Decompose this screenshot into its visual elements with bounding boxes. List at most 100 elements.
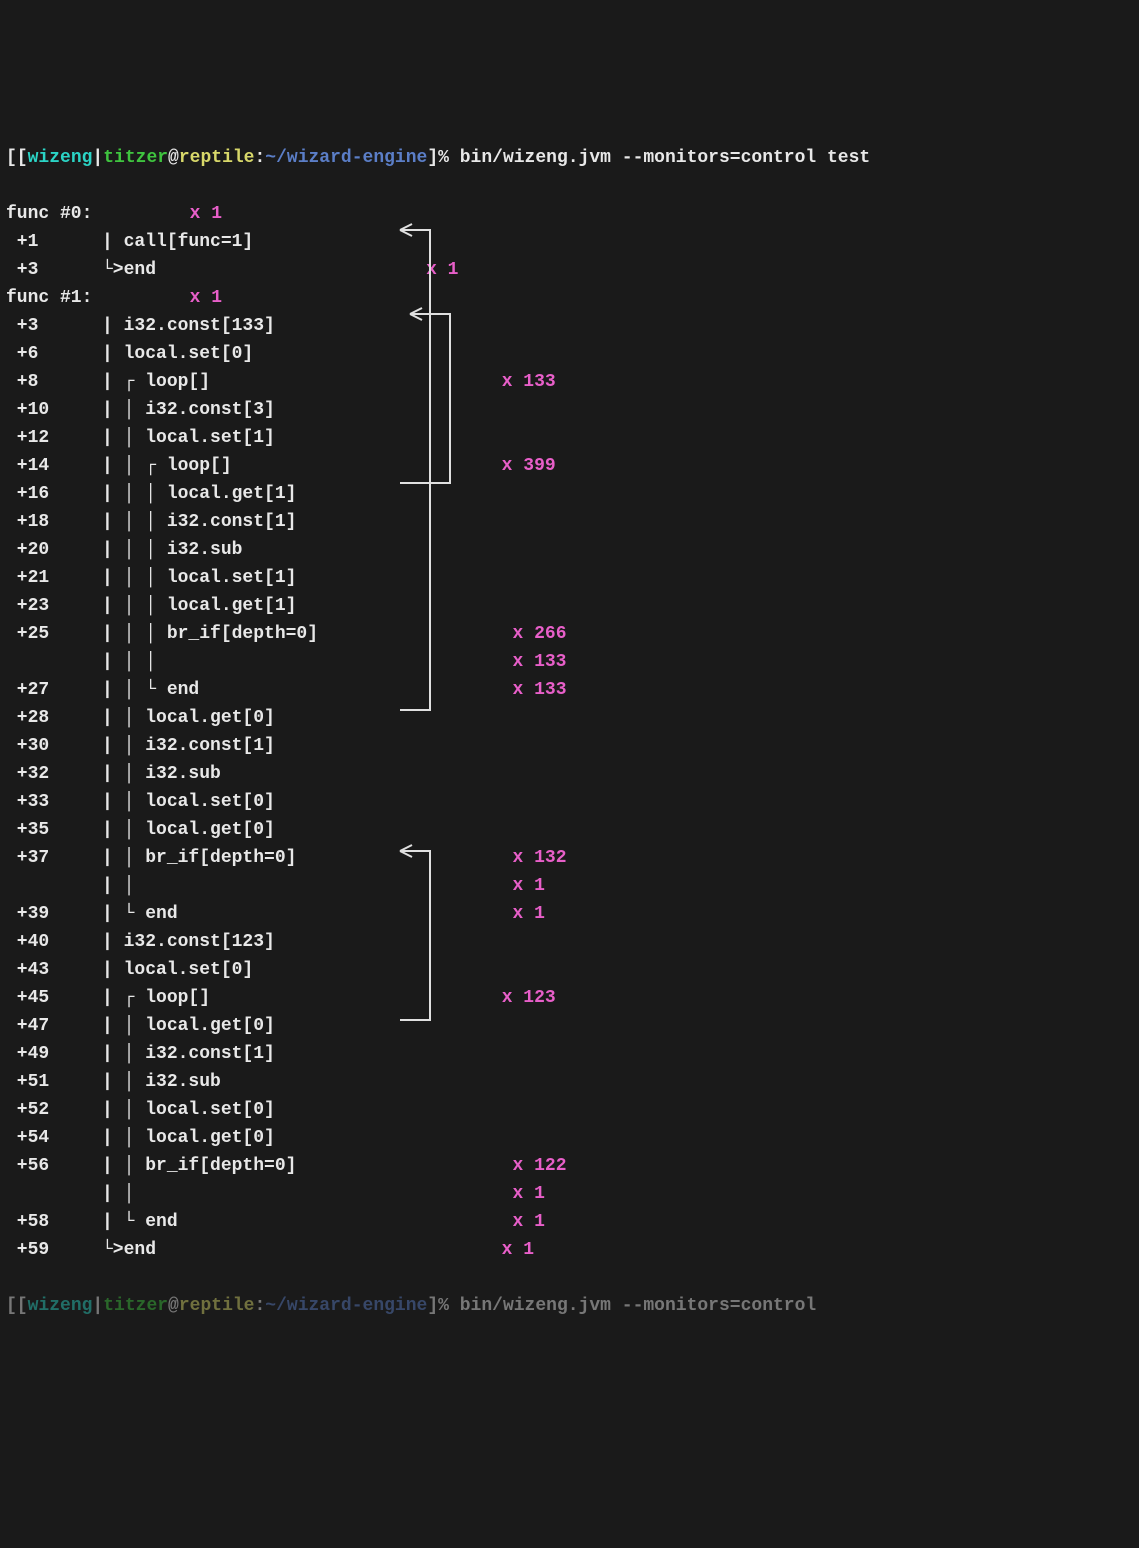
tree-guide: | │ (102, 732, 145, 760)
trace-line: +52 | │ local.set[0] (6, 1096, 1133, 1124)
tree-guide: | │ (102, 1012, 145, 1040)
prompt-line-2: [[wizeng|titzer@reptile:~/wizard-engine]… (6, 1292, 1133, 1320)
byte-offset: +27 (6, 676, 102, 704)
instruction: loop[] (167, 456, 232, 476)
instruction: end (124, 1240, 156, 1260)
tree-guide: | └ (102, 900, 145, 928)
byte-offset: +8 (6, 368, 102, 396)
exec-count: x 133 (502, 372, 556, 392)
trace-line: +37 | │ br_if[depth=0] x 132 (6, 844, 1133, 872)
tree-guide: | │ (102, 1096, 145, 1124)
instruction: br_if[depth=0] (167, 624, 318, 644)
instruction: local.set[0] (145, 1100, 275, 1120)
instruction: i32.sub (145, 1072, 221, 1092)
byte-offset: +56 (6, 1152, 102, 1180)
byte-offset: +52 (6, 1096, 102, 1124)
exec-count: x 133 (512, 680, 566, 700)
tree-guide: | │ └ (102, 676, 167, 704)
instruction: local.get[1] (167, 596, 297, 616)
byte-offset: +51 (6, 1068, 102, 1096)
byte-offset (6, 1180, 102, 1208)
trace-line: +32 | │ i32.sub (6, 760, 1133, 788)
byte-offset: +6 (6, 340, 102, 368)
trace-line: +14 | │ ┌ loop[] x 399 (6, 452, 1133, 480)
instruction: loop[] (145, 372, 210, 392)
trace-line: +1 | call[func=1] (6, 228, 1133, 256)
trace-line: +3 | i32.const[133] (6, 312, 1133, 340)
trace-line: +47 | │ local.get[0] (6, 1012, 1133, 1040)
exec-count: x 1 (512, 1212, 544, 1232)
tree-guide: | │ │ (102, 620, 167, 648)
byte-offset: +18 (6, 508, 102, 536)
trace-line: +43 | local.set[0] (6, 956, 1133, 984)
tree-guide: | ┌ (102, 984, 145, 1012)
byte-offset: +3 (6, 312, 102, 340)
exec-count: x 1 (426, 260, 458, 280)
tree-guide: | │ │ (102, 508, 167, 536)
tree-guide: | │ │ (102, 592, 167, 620)
tree-guide: | │ (102, 1040, 145, 1068)
trace-line: +51 | │ i32.sub (6, 1068, 1133, 1096)
trace-line: +58 | └ end x 1 (6, 1208, 1133, 1236)
instruction: i32.const[133] (124, 316, 275, 336)
trace-line: func #0: x 1 (6, 200, 1133, 228)
byte-offset: +43 (6, 956, 102, 984)
instruction: local.set[0] (124, 960, 254, 980)
instruction: br_if[depth=0] (145, 848, 296, 868)
instruction: end (145, 1212, 177, 1232)
tree-guide: | │ │ (102, 536, 167, 564)
instruction: local.get[1] (167, 484, 297, 504)
exec-count: x 1 (512, 904, 544, 924)
trace-line: +45 | ┌ loop[] x 123 (6, 984, 1133, 1012)
trace-line: +20 | │ │ i32.sub (6, 536, 1133, 564)
byte-offset (6, 872, 102, 900)
byte-offset: +40 (6, 928, 102, 956)
exec-count: x 1 (190, 288, 222, 308)
instruction: local.get[0] (145, 708, 275, 728)
terminal-output[interactable]: [[wizeng|titzer@reptile:~/wizard-engine]… (0, 112, 1139, 1352)
trace-line: +23 | │ │ local.get[1] (6, 592, 1133, 620)
trace-line: +54 | │ local.get[0] (6, 1124, 1133, 1152)
byte-offset: +37 (6, 844, 102, 872)
func-header: func #0: (6, 204, 92, 224)
trace-line: +40 | i32.const[123] (6, 928, 1133, 956)
instruction: end (145, 904, 177, 924)
instruction: i32.const[3] (145, 400, 275, 420)
byte-offset: +47 (6, 1012, 102, 1040)
trace-line: func #1: x 1 (6, 284, 1133, 312)
tree-guide: | │ (102, 844, 145, 872)
trace-line: +56 | │ br_if[depth=0] x 122 (6, 1152, 1133, 1180)
prompt-line: [[wizeng|titzer@reptile:~/wizard-engine]… (6, 144, 1133, 172)
exec-count: x 1 (502, 1240, 534, 1260)
tree-guide: └> (102, 256, 124, 284)
trace-line: +27 | │ └ end x 133 (6, 676, 1133, 704)
trace-line: | │ x 1 (6, 1180, 1133, 1208)
trace-line: +49 | │ i32.const[1] (6, 1040, 1133, 1068)
exec-count: x 1 (512, 1184, 544, 1204)
exec-count: x 133 (512, 652, 566, 672)
trace-line: +59 └>end x 1 (6, 1236, 1133, 1264)
tree-guide: | (102, 340, 124, 368)
trace-line: +25 | │ │ br_if[depth=0] x 266 (6, 620, 1133, 648)
byte-offset: +45 (6, 984, 102, 1012)
byte-offset: +10 (6, 396, 102, 424)
exec-count: x 123 (502, 988, 556, 1008)
tree-guide: | │ │ (102, 648, 167, 676)
trace-line: +18 | │ │ i32.const[1] (6, 508, 1133, 536)
trace-line: +39 | └ end x 1 (6, 900, 1133, 928)
byte-offset: +49 (6, 1040, 102, 1068)
byte-offset: +30 (6, 732, 102, 760)
tree-guide: | │ (102, 704, 145, 732)
instruction: i32.const[1] (145, 736, 275, 756)
trace-line: | │ │ x 133 (6, 648, 1133, 676)
instruction: local.get[0] (145, 1016, 275, 1036)
byte-offset: +23 (6, 592, 102, 620)
tree-guide: | (102, 228, 124, 256)
byte-offset: +25 (6, 620, 102, 648)
exec-count: x 1 (190, 204, 222, 224)
trace-line: +12 | │ local.set[1] (6, 424, 1133, 452)
byte-offset: +33 (6, 788, 102, 816)
tree-guide: | │ (102, 1152, 145, 1180)
trace-line: +30 | │ i32.const[1] (6, 732, 1133, 760)
trace-line: +21 | │ │ local.set[1] (6, 564, 1133, 592)
